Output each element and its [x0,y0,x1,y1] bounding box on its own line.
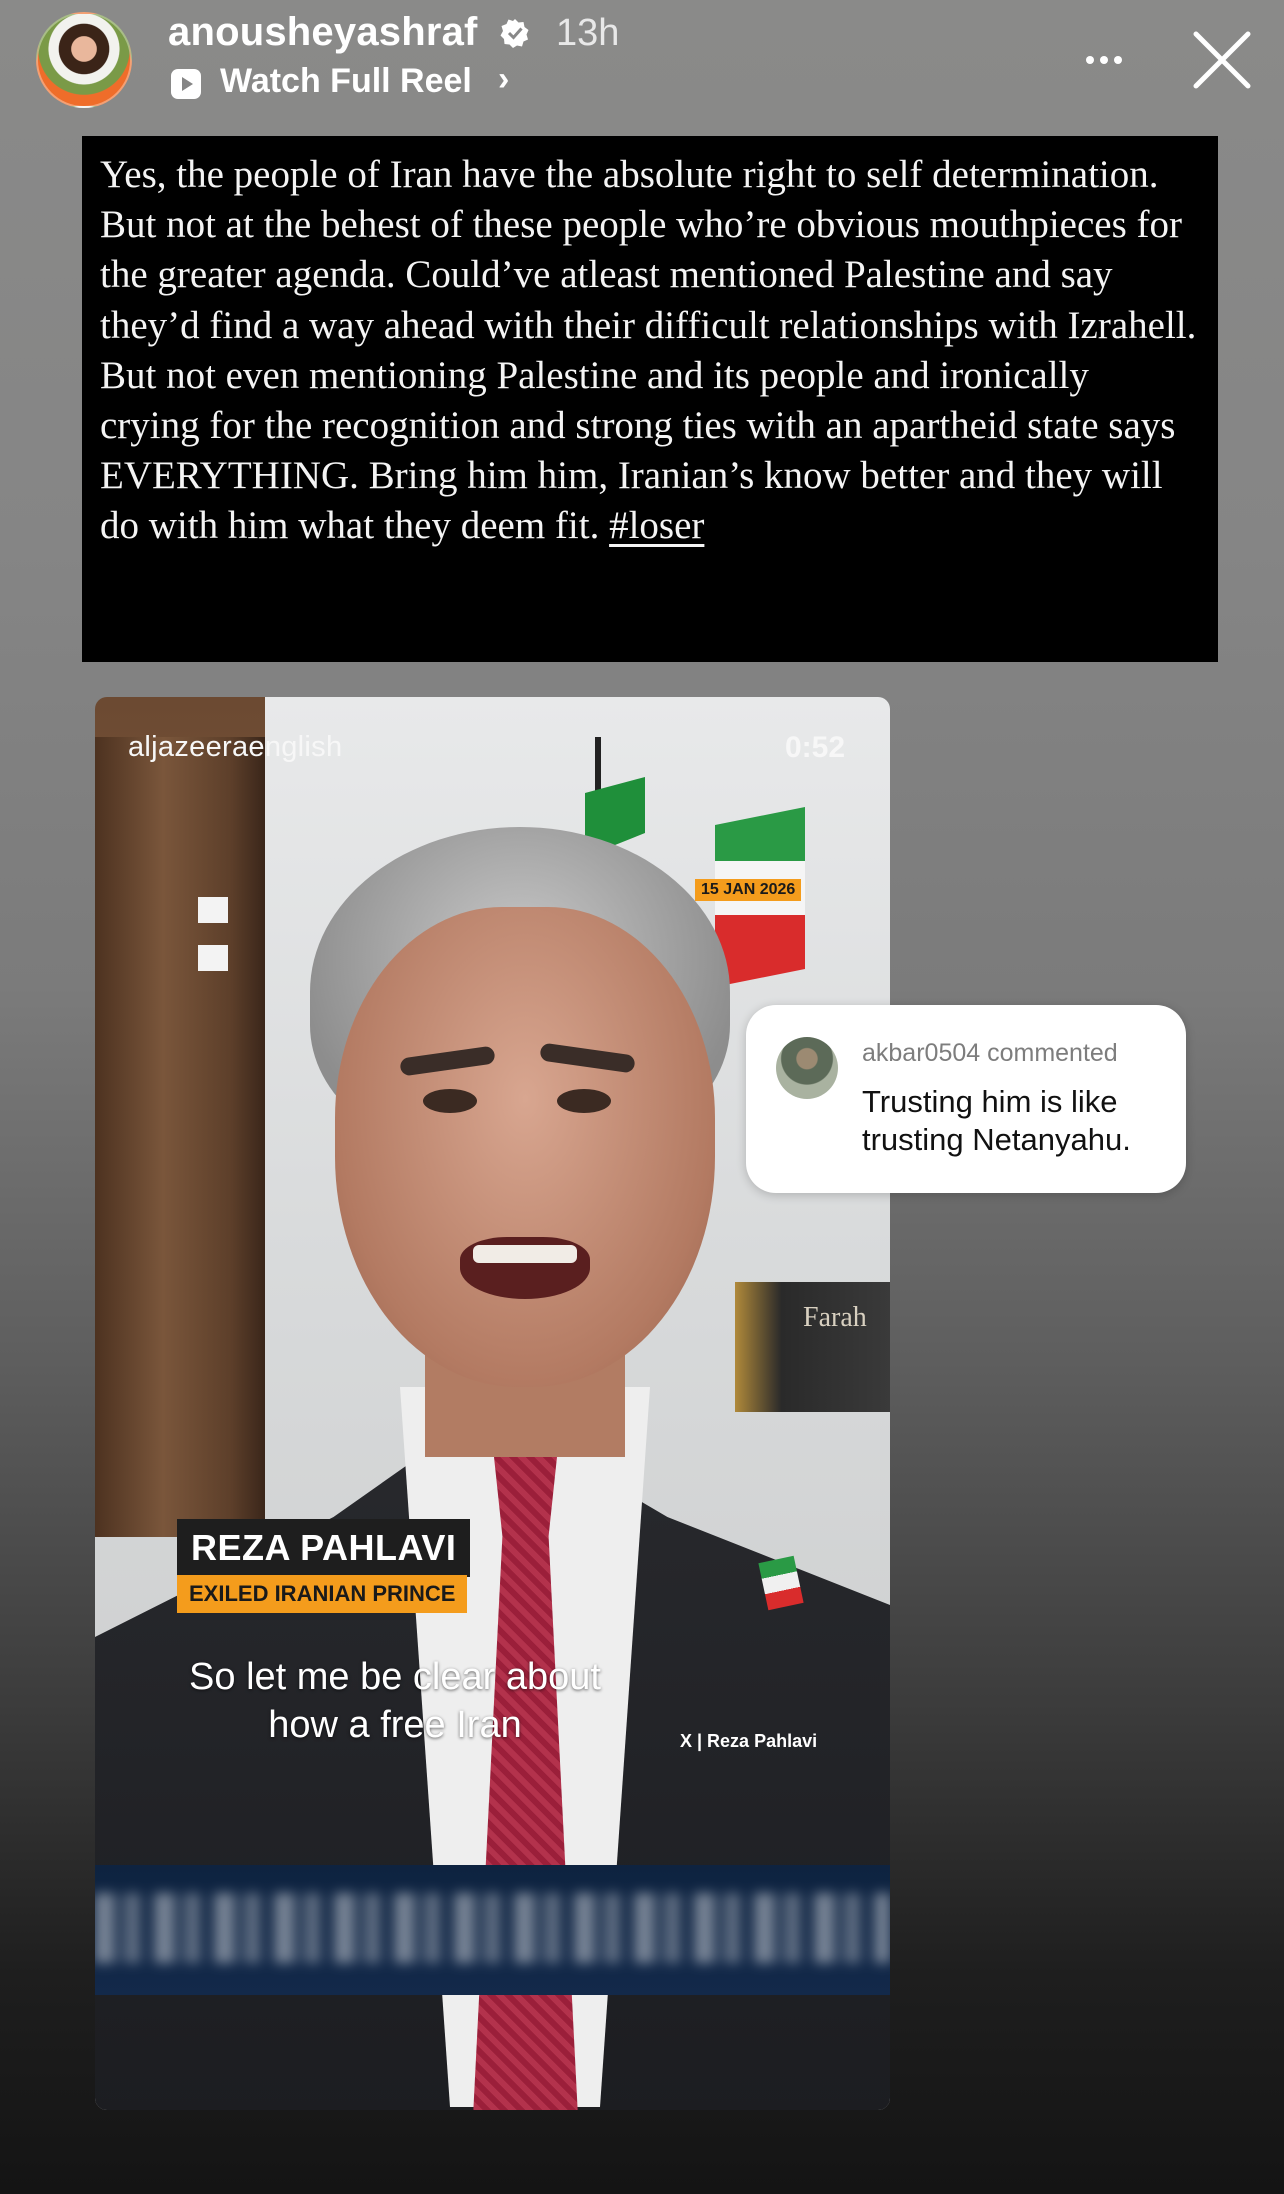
caption-text: Yes, the people of Iran have the absolut… [100,150,1198,552]
decor-square [198,897,228,923]
eye-right [557,1089,611,1113]
shared-reel-card[interactable]: Farah aljazeeraenglish 0:52 15 JAN 2026 … [95,697,890,2110]
background-bookshelf [95,737,265,1537]
commenter-username: akbar0504 commented [862,1039,1118,1067]
face [335,907,715,1387]
comment-text: Trusting him is like trusting Netanyahu. [862,1084,1131,1157]
speaker-name: REZA PAHLAVI [177,1519,471,1577]
decor-square [198,945,228,971]
dot-icon [1100,56,1108,64]
caption-body: Yes, the people of Iran have the absolut… [100,153,1197,548]
post-time: 13h [556,12,620,54]
commenter-avatar [776,1037,838,1099]
chevron-right-icon[interactable]: › [498,60,509,99]
comment-sticker[interactable]: akbar0504 commented Trusting him is like… [746,1005,1186,1193]
book-title: Farah [803,1302,867,1333]
username[interactable]: anousheyashraf [168,10,478,55]
more-options-button[interactable] [1076,32,1132,88]
video-subtitle: So let me be clear about how a free Iran [189,1656,601,1746]
reel-play-icon [171,69,201,99]
teeth [473,1245,577,1263]
hashtag-link[interactable]: #loser [609,504,704,547]
video-credit: X | Reza Pahlavi [680,1731,818,1751]
watch-full-reel-link[interactable]: Watch Full Reel [220,62,472,101]
dot-icon [1086,56,1094,64]
source-handle[interactable]: aljazeeraenglish [128,731,342,764]
story-text-overlay: Yes, the people of Iran have the absolut… [82,136,1218,662]
speaker-title: EXILED IRANIAN PRINCE [177,1575,468,1613]
close-icon[interactable] [1190,28,1254,92]
verified-badge-icon [500,19,529,48]
date-badge: 15 JAN 2026 [695,879,802,901]
blurred-persian-text [95,1893,890,1963]
profile-avatar[interactable] [36,12,132,108]
video-duration: 0:52 [785,731,846,764]
story-header: anousheyashraf 13h Watch Full Reel › [0,0,1284,130]
eye-left [423,1089,477,1113]
dot-icon [1114,56,1122,64]
